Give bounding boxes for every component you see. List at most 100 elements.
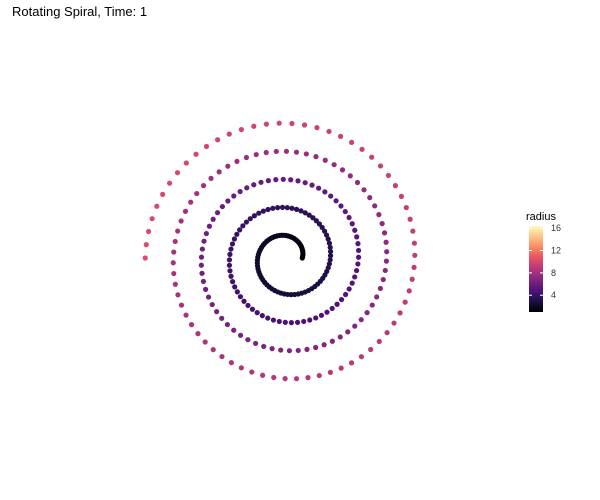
spiral-point bbox=[265, 206, 271, 213]
spiral-point bbox=[245, 337, 251, 343]
spiral-point bbox=[295, 178, 301, 184]
spiral-point bbox=[322, 157, 328, 163]
spiral-point bbox=[342, 208, 348, 215]
spiral-point bbox=[201, 238, 207, 244]
spiral-point bbox=[253, 151, 259, 158]
spiral-point bbox=[210, 347, 216, 353]
spiral-point bbox=[298, 208, 304, 214]
spiral-point bbox=[307, 317, 313, 323]
spiral-point bbox=[241, 298, 247, 304]
spiral-point bbox=[174, 170, 181, 176]
spiral-point bbox=[245, 302, 251, 309]
spiral-point bbox=[385, 172, 392, 179]
spiral-point bbox=[205, 294, 212, 300]
spiral-point bbox=[349, 221, 355, 227]
spiral-point bbox=[263, 121, 270, 127]
spiral-point bbox=[237, 294, 244, 300]
spiral-point bbox=[275, 205, 281, 211]
colorbar-legend: radius 4 8 12 16 bbox=[526, 211, 561, 312]
spiral-point bbox=[276, 120, 282, 126]
spiral-point bbox=[172, 281, 178, 287]
spiral-scatter-chart: Rotating Spiral, Time: 1 radius 4 8 12 16 bbox=[12, 4, 561, 382]
spiral-point bbox=[178, 302, 185, 308]
spiral-point bbox=[231, 193, 237, 199]
spiral-point bbox=[302, 180, 308, 186]
spiral-point bbox=[377, 285, 383, 292]
legend-tick-label: 16 bbox=[551, 223, 561, 233]
spiral-point bbox=[183, 312, 189, 318]
spiral-point bbox=[231, 327, 237, 333]
spiral-point bbox=[327, 369, 333, 375]
spiral-point bbox=[188, 322, 195, 328]
spiral-point bbox=[313, 154, 319, 160]
spiral-point bbox=[200, 278, 207, 285]
spiral-point bbox=[377, 163, 384, 169]
spiral-point bbox=[171, 270, 177, 277]
legend-tick-label: 12 bbox=[551, 246, 561, 256]
data-points bbox=[142, 120, 418, 382]
spiral-point bbox=[309, 182, 315, 188]
spiral-point bbox=[198, 254, 205, 260]
spiral-point bbox=[328, 193, 334, 199]
spiral-point bbox=[226, 262, 233, 268]
spiral-point bbox=[347, 173, 353, 179]
spiral-point bbox=[243, 154, 250, 161]
spiral-point bbox=[219, 353, 225, 360]
spiral-point bbox=[383, 239, 389, 245]
spiral-point bbox=[193, 151, 199, 157]
spiral-point bbox=[372, 203, 378, 209]
spiral-point bbox=[349, 280, 355, 286]
spiral-point bbox=[259, 313, 265, 319]
spiral-point bbox=[407, 216, 413, 222]
spiral-point bbox=[364, 310, 370, 316]
spiral-point bbox=[238, 126, 244, 133]
spiral-point bbox=[206, 223, 213, 229]
spiral-point bbox=[410, 228, 416, 234]
spiral-point bbox=[318, 312, 325, 318]
spiral-point bbox=[301, 122, 308, 128]
spiral-point bbox=[226, 257, 233, 263]
spiral-point bbox=[337, 334, 343, 340]
spiral-point bbox=[353, 267, 360, 274]
spiral-point bbox=[376, 338, 382, 345]
spiral-point bbox=[412, 252, 418, 258]
spiral-point bbox=[345, 329, 351, 335]
spiral-point bbox=[154, 203, 160, 209]
spiral-point bbox=[338, 296, 345, 303]
spiral-point bbox=[265, 315, 271, 321]
spiral-point bbox=[175, 292, 181, 298]
spiral-point bbox=[293, 376, 300, 382]
spiral-point bbox=[237, 188, 243, 195]
chart-title: Rotating Spiral, Time: 1 bbox=[12, 4, 147, 19]
spiral-point bbox=[280, 176, 286, 182]
spiral-point bbox=[265, 178, 271, 184]
spiral-point bbox=[263, 149, 269, 156]
spiral-point bbox=[194, 190, 200, 197]
legend-tick-label: 8 bbox=[551, 268, 556, 278]
spiral-point bbox=[230, 279, 236, 285]
spiral-point bbox=[270, 205, 276, 211]
spiral-point bbox=[178, 218, 184, 224]
spiral-point bbox=[229, 241, 236, 247]
spiral-point bbox=[384, 249, 390, 255]
spiral-point bbox=[349, 139, 355, 145]
spiral-point bbox=[216, 169, 222, 175]
spiral-point bbox=[304, 346, 310, 352]
spiral-point bbox=[160, 191, 166, 197]
spiral-point bbox=[149, 216, 155, 222]
spiral-point bbox=[200, 183, 207, 189]
spiral-point bbox=[392, 183, 399, 189]
spiral-point bbox=[369, 302, 375, 308]
spiral-point bbox=[368, 346, 374, 353]
spiral-point bbox=[284, 205, 290, 211]
spiral-point bbox=[210, 216, 216, 222]
spiral-point bbox=[249, 369, 255, 375]
spiral-point bbox=[367, 195, 373, 201]
spiral-point bbox=[171, 249, 177, 255]
spiral-point bbox=[224, 321, 231, 328]
spiral-point bbox=[214, 210, 221, 216]
spiral-point bbox=[260, 208, 266, 214]
spiral-point bbox=[352, 274, 358, 280]
spiral-point bbox=[219, 315, 225, 321]
spiral-point bbox=[195, 331, 201, 337]
